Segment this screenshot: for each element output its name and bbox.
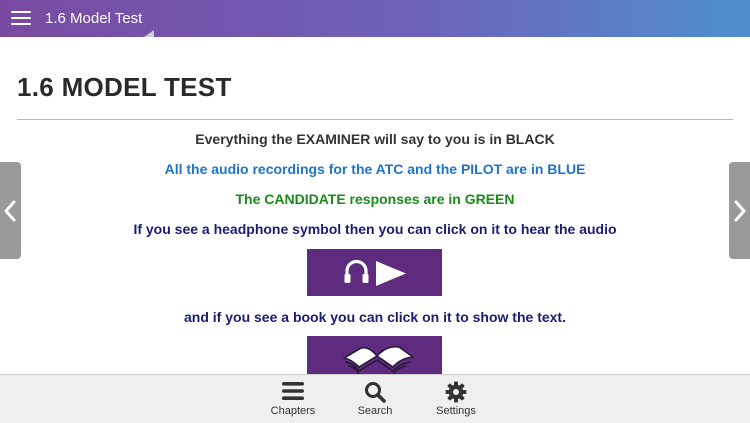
top-app-bar: 1.6 Model Test	[0, 0, 750, 37]
settings-label: Settings	[436, 405, 476, 417]
search-label: Search	[357, 405, 393, 417]
search-tab[interactable]: Search	[335, 375, 415, 423]
examiner-instruction: Everything the EXAMINER will say to you …	[195, 131, 555, 147]
chapters-tab[interactable]: Chapters	[253, 375, 333, 423]
show-text-button[interactable]	[307, 336, 442, 374]
book-instruction: and if you see a book you can click on i…	[184, 309, 566, 325]
chevron-left-icon	[4, 200, 16, 222]
app-bar-title: 1.6 Model Test	[45, 10, 143, 27]
bottom-navigation-bar: Chapters Search Settings	[0, 374, 750, 423]
candidate-instruction: The CANDIDATE responses are in GREEN	[235, 191, 515, 207]
settings-tab[interactable]: Settings	[416, 375, 496, 423]
page-title: 1.6 MODEL TEST	[17, 72, 232, 102]
list-icon	[282, 382, 304, 400]
heading-divider	[17, 119, 733, 120]
chapters-label: Chapters	[270, 405, 316, 417]
hamburger-menu-icon[interactable]	[11, 10, 31, 26]
headphone-icon	[344, 259, 369, 283]
search-icon	[365, 382, 386, 403]
gear-icon	[445, 381, 467, 403]
chevron-right-icon	[734, 200, 746, 222]
play-audio-button[interactable]	[307, 249, 442, 296]
previous-page-button[interactable]	[0, 162, 21, 259]
headphone-instruction: If you see a headphone symbol then you c…	[133, 221, 617, 237]
next-page-button[interactable]	[729, 162, 750, 259]
audio-instruction: All the audio recordings for the ATC and…	[164, 161, 586, 177]
page-fold-corner	[144, 30, 154, 37]
open-book-icon	[343, 345, 414, 374]
play-icon	[376, 261, 406, 286]
